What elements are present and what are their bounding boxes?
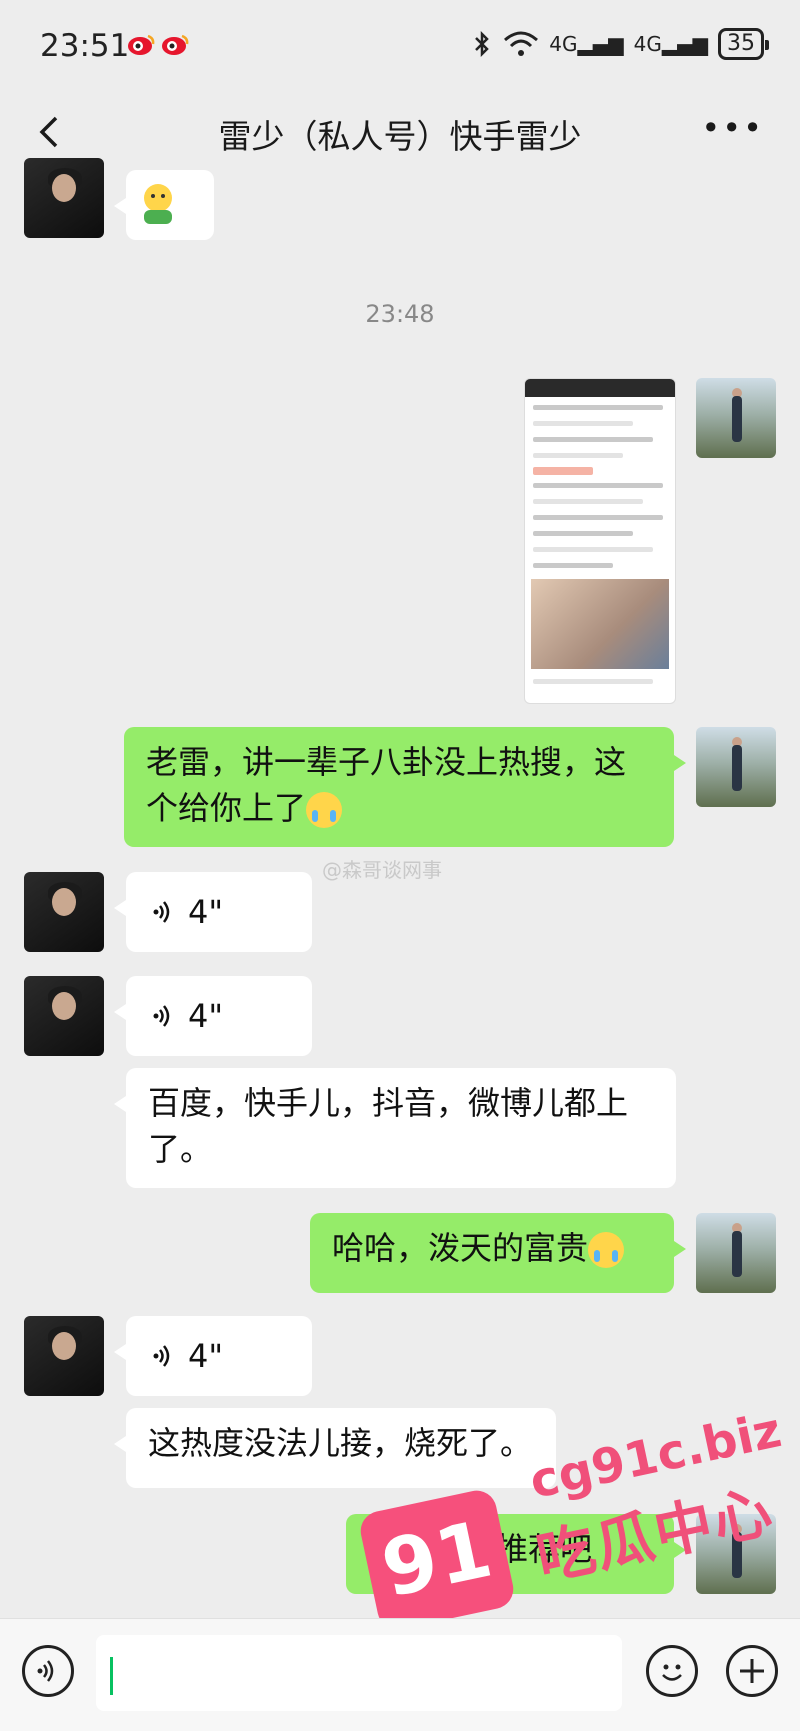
status-time: 23:51 [40,28,130,64]
more-dots-icon[interactable]: ••• [701,112,764,144]
status-bar: 23:51 4G▂▄▆ 4G▂▄▆ 35 [0,0,800,92]
voice-duration: 4" [188,997,224,1035]
voice-input-button[interactable] [22,1645,74,1697]
message-timestamp: 23:48 [365,300,435,328]
emoji-icon [662,1664,682,1681]
weibo-icon [162,34,189,55]
message-bubble-in[interactable]: 百度，快手儿，抖音，微博儿都上了。 [114,1068,676,1188]
voice-icon [153,1345,170,1367]
add-button[interactable] [726,1645,778,1697]
message-input[interactable] [96,1635,622,1711]
contact-avatar[interactable] [24,872,104,952]
signal-1: 4G▂▄▆ [549,32,624,56]
plus-icon [740,1659,764,1683]
bluetooth-icon [475,30,489,58]
contact-avatar[interactable] [24,976,104,1056]
message-text: 哈哈，泼天的富贵 [332,1229,589,1267]
contact-avatar[interactable] [24,158,104,238]
my-avatar[interactable] [696,378,776,458]
message-text: 百度，快手儿，抖音，微博儿都上了。 [148,1084,629,1168]
weibo-icon [128,34,155,55]
message-text: 这热度没法儿接，烧死了。 [148,1424,533,1462]
message-bubble-in[interactable]: 这热度没法儿接，烧死了。 [114,1408,556,1488]
voice-message[interactable]: 4" [114,872,312,952]
status-icons: 4G▂▄▆ 4G▂▄▆ 35 [471,28,769,60]
voice-icon [37,1660,54,1682]
voice-duration: 4" [188,1337,224,1375]
signal-2: 4G▂▄▆ [633,32,708,56]
battery-indicator: 35 [718,28,769,60]
site-logo-badge: 91 [357,1486,517,1634]
message-bubble-out[interactable]: 老雷，讲一辈子八卦没上热搜，这个给你上了 [124,727,686,847]
text-cursor [110,1657,113,1695]
message-text: 老雷，讲一辈子八卦没上热搜，这个给你上了 [146,743,627,827]
my-avatar[interactable] [696,1213,776,1293]
contact-avatar[interactable] [24,1316,104,1396]
sticker-bubble[interactable] [114,170,214,240]
crying-emoji-icon [306,792,343,828]
weibo-watermark: @森哥谈网事 [322,858,442,882]
message-bubble-out[interactable]: 哈哈，泼天的富贵 [310,1213,686,1293]
emoji-button[interactable] [646,1645,698,1697]
voice-message[interactable]: 4" [114,1316,312,1396]
nav-bar: 雷少（私人号）快手雷少 ••• [0,92,800,172]
voice-icon [153,1005,170,1027]
chat-title: 雷少（私人号）快手雷少 [218,117,582,156]
my-avatar[interactable] [696,727,776,807]
screenshot-image-message[interactable] [524,378,676,704]
input-bar [0,1618,800,1731]
laughing-emoji-icon [588,1232,625,1268]
voice-icon [153,901,170,923]
wifi-icon [504,31,539,56]
sticker-icon [144,184,172,224]
voice-message[interactable]: 4" [114,976,312,1056]
voice-duration: 4" [188,893,224,931]
